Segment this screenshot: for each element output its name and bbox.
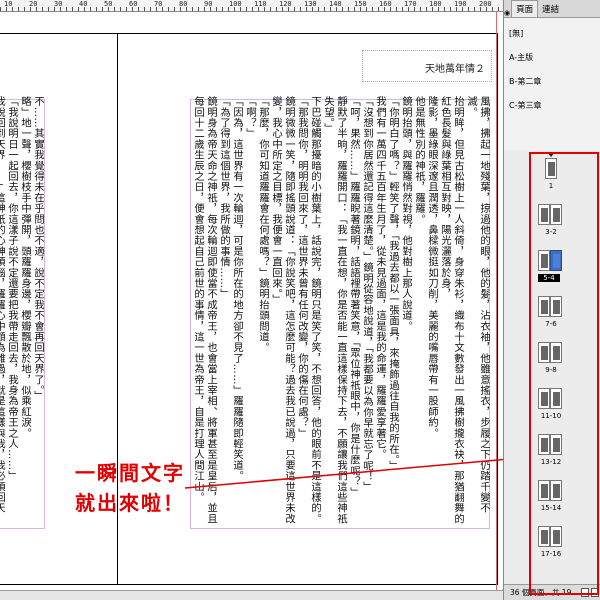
ruler-tick-label: 50 [104,0,113,8]
page-thumbnail[interactable] [538,204,550,225]
page-thumbnail[interactable] [538,296,550,317]
ruler-tick-label: 180 [429,0,442,8]
page-spread-label: 15-14 [540,504,562,512]
page-spread-thumbnail[interactable] [538,434,562,455]
running-header-frame[interactable]: 天地萬年情２ [362,50,492,82]
delete-page-icon[interactable] [591,588,599,597]
ruler-tick-label: 160 [379,0,392,8]
new-page-icon[interactable] [581,588,589,597]
page-spread-thumbnail[interactable] [538,526,562,547]
ruler-tick-label: 170 [404,0,417,8]
page-spread-thumbnail[interactable] [538,204,562,225]
ruler-tick-label: 150 [354,0,367,8]
page-thumbnail[interactable] [550,480,562,501]
page-spread-thumbnail[interactable] [538,480,562,501]
masters-list: [無] A-主版 B-第二章 C-第三章 [504,18,600,153]
ruler-tick-label: 80 [179,0,188,8]
ruler-tick-label: 110 [254,0,267,8]
page-thumbnail[interactable] [538,480,550,501]
annotation-line-2: 就出來啦！ [75,491,185,515]
page-spread-label: 17-16 [540,550,562,558]
page-thumbnail[interactable] [538,342,550,363]
page-spread-label: 7-6 [545,320,557,328]
page-thumbnail[interactable] [550,250,562,271]
page-spread-label: 5-4 [538,274,560,282]
page-thumbnail[interactable] [550,204,562,225]
page-spread-thumbnail[interactable] [538,250,562,271]
pages-list[interactable]: 1 3-2 5-4 7-6 9-8 11-10 13-12 15-14 17-16 [504,150,600,570]
page-spread-thumbnail[interactable] [538,296,562,317]
ruler-tick-label: 190 [454,0,467,8]
page-spread-thumbnail[interactable] [545,158,557,179]
page-spread-label: 9-8 [545,366,557,374]
page-thumbnail[interactable] [550,296,562,317]
panel-tab-bar: ◉ 頁面 連結 [504,0,600,18]
ruler-tick-label: 100 [229,0,242,8]
page-thumbnail[interactable] [538,250,550,271]
page-thumbnail[interactable] [538,434,550,455]
ruler-tick-label: 20 [29,0,38,8]
master-b[interactable]: B-第二章 [504,70,600,94]
left-page-text-frame[interactable]: 不……其實我覺得未在乎問也不適，說不定我不會再回天界了。」 略」地一聲，櫻樹枝手… [0,96,44,528]
tab-pages[interactable]: 頁面 [511,0,539,17]
page-spread-thumbnail[interactable] [538,342,562,363]
ruler-tick-label: 10 [4,0,13,8]
bleed-guide [496,12,497,600]
master-a[interactable]: A-主版 [504,46,600,70]
page-thumbnail[interactable] [538,388,550,409]
annotation-callout: 一瞬間文字 就出來啦！ [60,458,200,518]
page-thumbnail[interactable] [550,342,562,363]
page-thumbnail[interactable] [545,158,557,179]
page-spread-label: 3-2 [545,228,557,236]
master-none[interactable]: [無] [504,22,600,46]
indesign-window: 10 20 30 40 50 60 70 80 90 100 110 120 130 140 150 160 1… [0,0,600,600]
horizontal-ruler[interactable]: 10 20 30 40 50 60 70 80 90 100 110 120 130 140 150 160 1… [0,0,503,12]
ruler-tick-label: 130 [304,0,317,8]
panel-status-bar: 36 個頁面，共 19 [504,584,600,600]
running-header-text: 天地萬年情２ [425,64,485,75]
page-thumbnail[interactable] [550,434,562,455]
page-spread-label: 11-10 [540,412,562,420]
tab-links[interactable]: 連結 [538,1,563,17]
current-page-marker-icon [547,152,555,157]
page-thumbnail[interactable] [538,526,550,547]
page-count-text: 36 個頁面，共 19 [510,588,572,597]
pasteboard [0,590,503,600]
ruler-tick-label: 140 [329,0,342,8]
chevron-right-icon[interactable]: ◉ [504,9,510,17]
page-spread-label: 13-12 [540,458,562,466]
page-spread-thumbnail[interactable] [538,388,562,409]
ruler-tick-label: 60 [129,0,138,8]
page-thumbnail[interactable] [550,526,562,547]
ruler-tick-label: 70 [154,0,163,8]
ruler-tick-label: 40 [79,0,88,8]
pages-panel: ◉ 頁面 連結 [無] A-主版 B-第二章 C-第三章 1 3-2 5-4 7-6 9… [503,0,600,600]
page-thumbnail[interactable] [550,388,562,409]
ruler-tick-label: 90 [204,0,213,8]
ruler-tick-label: 30 [54,0,63,8]
master-c[interactable]: C-第三章 [504,94,600,118]
right-page-text-frame[interactable]: 風拂，拂起一地殘葉，掠過他的眼，他的髮，沾衣袖，他雖意搖衣，步履之下仍踏千變不滅… [192,96,490,528]
ruler-tick-label: 120 [279,0,292,8]
ruler-tick-label: 200 [479,0,492,8]
page-spread-label: 1 [548,182,554,190]
annotation-line-1: 一瞬間文字 [75,461,185,485]
